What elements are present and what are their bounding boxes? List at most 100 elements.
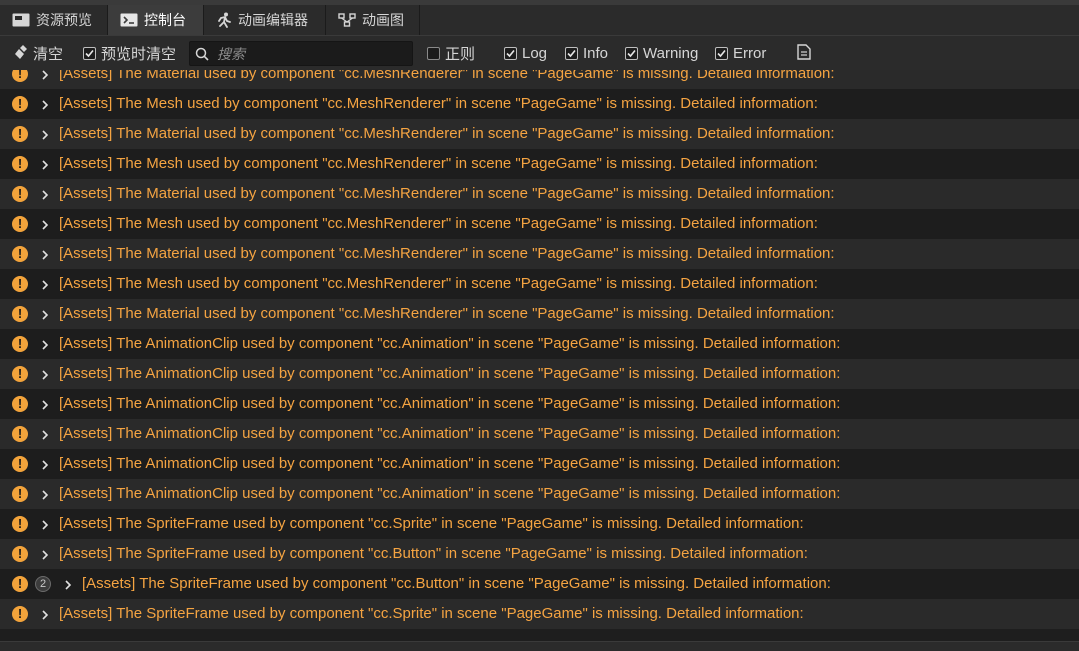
chevron-right-icon[interactable] xyxy=(40,188,50,205)
log-message: [Assets] The AnimationClip used by compo… xyxy=(59,485,841,502)
checkbox-box xyxy=(565,47,578,60)
log-entry[interactable]: ! [Assets] The AnimationClip used by comp… xyxy=(0,329,1079,359)
graph-icon xyxy=(338,13,356,27)
checkbox-box xyxy=(83,47,96,60)
checkbox-box xyxy=(625,47,638,60)
log-message: [Assets] The Material used by component … xyxy=(59,185,835,202)
log-entry[interactable]: ! [Assets] The Mesh used by component "cc… xyxy=(0,269,1079,299)
warning-icon: ! xyxy=(12,456,28,472)
warning-icon: ! xyxy=(12,186,28,202)
search-icon xyxy=(195,47,209,61)
log-entry[interactable]: ! [Assets] The SpriteFrame used by compon… xyxy=(0,539,1079,569)
chevron-right-icon[interactable] xyxy=(40,368,50,385)
log-message: [Assets] The Material used by component … xyxy=(59,245,835,262)
warning-icon: ! xyxy=(12,306,28,322)
chevron-right-icon[interactable] xyxy=(40,218,50,235)
log-entry[interactable]: ! [Assets] The Material used by component… xyxy=(0,119,1079,149)
log-entry[interactable]: ! [Assets] The SpriteFrame used by compon… xyxy=(0,509,1079,539)
warning-icon: ! xyxy=(12,516,28,532)
log-message: [Assets] The SpriteFrame used by compone… xyxy=(59,545,808,562)
chevron-right-icon[interactable] xyxy=(40,488,50,505)
warning-icon: ! xyxy=(12,576,28,592)
log-entry[interactable]: ! [Assets] The AnimationClip used by comp… xyxy=(0,449,1079,479)
log-message: [Assets] The Material used by component … xyxy=(59,305,835,322)
chevron-right-icon[interactable] xyxy=(40,398,50,415)
tab-asset-preview[interactable]: 资源预览 xyxy=(0,5,108,35)
tab-console[interactable]: 控制台 xyxy=(108,5,204,35)
clear-button[interactable]: 清空 xyxy=(14,36,63,71)
chevron-right-icon[interactable] xyxy=(63,578,73,595)
regex-checkbox[interactable]: 正则 xyxy=(427,36,475,71)
log-message: [Assets] The AnimationClip used by compo… xyxy=(59,455,841,472)
preview-clear-checkbox[interactable]: 预览时清空 xyxy=(83,36,176,71)
warning-icon: ! xyxy=(12,216,28,232)
log-entry[interactable]: ! [Assets] The Material used by component… xyxy=(0,70,1079,89)
log-message: [Assets] The AnimationClip used by compo… xyxy=(59,335,841,352)
chevron-right-icon[interactable] xyxy=(40,248,50,265)
log-message: [Assets] The AnimationClip used by compo… xyxy=(59,365,841,382)
search-input[interactable] xyxy=(215,44,399,63)
log-entry[interactable]: ! [Assets] The Material used by component… xyxy=(0,239,1079,269)
search-field[interactable] xyxy=(189,41,413,66)
chevron-right-icon[interactable] xyxy=(40,608,50,625)
tab-animation-editor[interactable]: 动画编辑器 xyxy=(204,5,326,35)
log-entry[interactable]: ! [Assets] The SpriteFrame used by compon… xyxy=(0,599,1079,629)
log-entry[interactable]: ! [Assets] The Material used by component… xyxy=(0,179,1079,209)
warning-icon: ! xyxy=(12,246,28,262)
log-message: [Assets] The AnimationClip used by compo… xyxy=(59,395,841,412)
log-message: [Assets] The Mesh used by component "cc.… xyxy=(59,275,818,292)
log-entry[interactable]: ! [Assets] The Mesh used by component "cc… xyxy=(0,149,1079,179)
log-message: [Assets] The SpriteFrame used by compone… xyxy=(59,605,804,622)
bottom-strip xyxy=(0,641,1079,651)
image-icon xyxy=(12,13,30,27)
log-entry[interactable]: ! [Assets] The Mesh used by component "cc… xyxy=(0,209,1079,239)
chevron-right-icon[interactable] xyxy=(40,158,50,175)
log-entry[interactable]: ! 2 [Assets] The SpriteFrame used by compo… xyxy=(0,569,1079,599)
tab-animation-graph[interactable]: 动画图 xyxy=(326,5,420,35)
warning-icon: ! xyxy=(12,426,28,442)
info-filter-label: Info xyxy=(583,45,609,62)
tab-bar-filler xyxy=(420,5,1079,35)
warning-filter-checkbox[interactable]: Warning xyxy=(625,36,698,71)
chevron-right-icon[interactable] xyxy=(40,308,50,325)
log-entry[interactable]: ! [Assets] The AnimationClip used by comp… xyxy=(0,479,1079,509)
checkbox-box xyxy=(427,47,440,60)
log-entry[interactable]: ! [Assets] The Material used by component… xyxy=(0,299,1079,329)
error-filter-checkbox[interactable]: Error xyxy=(715,36,766,71)
chevron-right-icon[interactable] xyxy=(40,518,50,535)
broom-icon xyxy=(14,44,30,64)
log-message: [Assets] The SpriteFrame used by compone… xyxy=(59,515,804,532)
log-message: [Assets] The Mesh used by component "cc.… xyxy=(59,155,818,172)
chevron-right-icon[interactable] xyxy=(40,70,50,85)
checkbox-box xyxy=(715,47,728,60)
log-message: [Assets] The Material used by component … xyxy=(59,70,835,82)
error-filter-label: Error xyxy=(733,45,767,62)
warning-icon: ! xyxy=(12,396,28,412)
chevron-right-icon[interactable] xyxy=(40,548,50,565)
chevron-right-icon[interactable] xyxy=(40,98,50,115)
log-entry[interactable]: ! [Assets] The AnimationClip used by comp… xyxy=(0,419,1079,449)
warning-icon: ! xyxy=(12,546,28,562)
log-message: [Assets] The SpriteFrame used by compone… xyxy=(82,575,831,592)
info-filter-checkbox[interactable]: Info xyxy=(565,36,608,71)
log-message: [Assets] The Mesh used by component "cc.… xyxy=(59,215,818,232)
chevron-right-icon[interactable] xyxy=(40,278,50,295)
tab-label: 动画编辑器 xyxy=(238,12,308,28)
log-entry[interactable]: ! [Assets] The Mesh used by component "cc… xyxy=(0,89,1079,119)
log-list: ! [Assets] The Material used by component… xyxy=(0,70,1079,629)
warning-icon: ! xyxy=(12,366,28,382)
chevron-right-icon[interactable] xyxy=(40,338,50,355)
log-entry[interactable]: ! [Assets] The AnimationClip used by comp… xyxy=(0,389,1079,419)
warning-icon: ! xyxy=(12,70,28,82)
chevron-right-icon[interactable] xyxy=(40,428,50,445)
open-log-file-button[interactable] xyxy=(797,36,811,71)
chevron-right-icon[interactable] xyxy=(40,458,50,475)
log-message: [Assets] The Mesh used by component "cc.… xyxy=(59,95,818,112)
log-filter-checkbox[interactable]: Log xyxy=(504,36,547,71)
terminal-icon xyxy=(120,13,138,27)
console-log-list[interactable]: ! [Assets] The Material used by component… xyxy=(0,70,1079,641)
chevron-right-icon[interactable] xyxy=(40,128,50,145)
log-filter-label: Log xyxy=(522,45,548,62)
warning-icon: ! xyxy=(12,486,28,502)
log-entry[interactable]: ! [Assets] The AnimationClip used by comp… xyxy=(0,359,1079,389)
